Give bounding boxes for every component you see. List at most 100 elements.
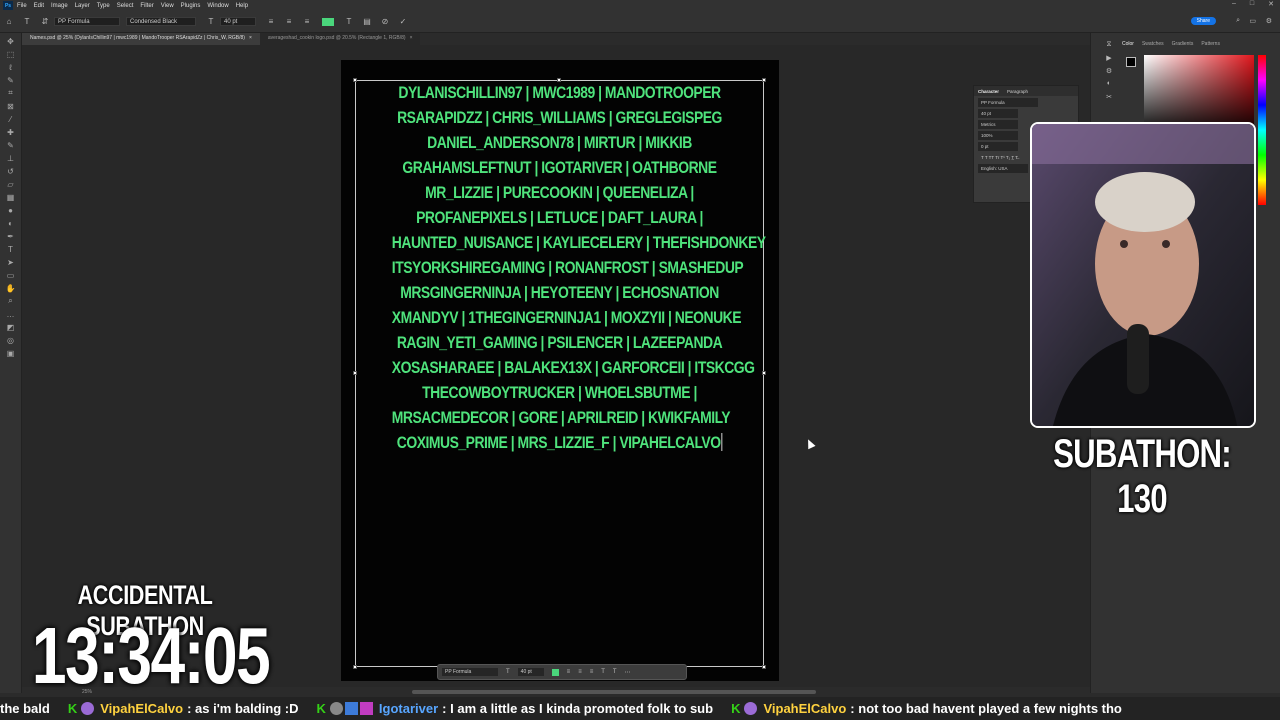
frame-tool-icon[interactable]: ⊠: [6, 101, 16, 111]
tab-paragraph[interactable]: Paragraph: [1007, 89, 1028, 94]
warp-text-icon[interactable]: T: [344, 17, 354, 27]
brush-tool-icon[interactable]: ✎: [6, 140, 16, 150]
home-icon[interactable]: ⌂: [4, 17, 14, 27]
orientation-icon[interactable]: ⇵: [40, 17, 50, 27]
menu-image[interactable]: Image: [51, 3, 68, 9]
history-icon[interactable]: ⧖: [1102, 41, 1116, 54]
char-baseline-field[interactable]: 0 pt: [978, 142, 1018, 151]
menu-edit[interactable]: Edit: [34, 3, 44, 9]
horizontal-scrollbar[interactable]: [412, 690, 816, 694]
badge-icon: [359, 702, 373, 715]
healing-brush-icon[interactable]: ✚: [6, 127, 16, 137]
char-language-select[interactable]: English: USA: [978, 164, 1028, 173]
close-icon[interactable]: ×: [249, 35, 252, 41]
minimize-icon[interactable]: –: [1232, 0, 1236, 8]
ctx-font-select[interactable]: PP Formula: [442, 668, 498, 676]
align-center-icon[interactable]: ≡: [578, 669, 582, 675]
search-icon[interactable]: ⌕: [1236, 17, 1240, 25]
tools-preset-icon[interactable]: ✂: [1102, 93, 1116, 106]
menu-layer[interactable]: Layer: [75, 3, 90, 9]
transform-handle[interactable]: [762, 371, 766, 375]
tab-patterns[interactable]: Patterns: [1201, 41, 1220, 47]
settings-icon[interactable]: ⚙: [1266, 17, 1272, 25]
warp-text-icon[interactable]: T: [613, 669, 617, 675]
cancel-icon[interactable]: ⊘: [380, 17, 390, 27]
share-button[interactable]: Share: [1190, 17, 1216, 25]
close-icon[interactable]: ×: [410, 35, 413, 41]
transform-handle[interactable]: [353, 78, 357, 82]
hand-tool-icon[interactable]: ✋: [6, 283, 16, 293]
type-options-icon[interactable]: T: [601, 669, 605, 675]
tab-names-psd[interactable]: Names.psd @ 25% (DylanIsChillin97 | mwc1…: [22, 33, 260, 45]
align-center-icon[interactable]: ≡: [284, 17, 294, 27]
canvas-text-layer[interactable]: DYLANISCHILLIN97 | MWC1989 | MANDOTROOPE…: [392, 80, 766, 455]
type-tool-icon[interactable]: T: [22, 17, 32, 27]
close-icon[interactable]: ✕: [1268, 0, 1274, 8]
align-right-icon[interactable]: ≡: [302, 17, 312, 27]
more-tools-icon[interactable]: …: [6, 309, 16, 319]
ctx-color-swatch[interactable]: [551, 668, 559, 676]
menu-select[interactable]: Select: [117, 3, 134, 9]
tab-swatches[interactable]: Swatches: [1142, 41, 1164, 47]
char-style-buttons[interactable]: T T TT Tr T¹ T₁ T̲ T̶: [978, 153, 1038, 162]
quick-mask-icon[interactable]: ◎: [6, 335, 16, 345]
dodge-tool-icon[interactable]: ◐: [6, 218, 16, 228]
adjustments-icon[interactable]: ◐: [1102, 80, 1116, 93]
color-swatches-icon[interactable]: ◩: [6, 322, 16, 332]
text-color-swatch[interactable]: [322, 17, 334, 26]
screen-mode-icon[interactable]: ▣: [6, 348, 16, 358]
history-brush-icon[interactable]: ↺: [6, 166, 16, 176]
char-font-select[interactable]: PP Formula: [978, 98, 1038, 107]
transform-handle[interactable]: [762, 665, 766, 669]
workspace-icon[interactable]: ▭: [1249, 17, 1256, 25]
char-size-field[interactable]: 40 pt: [978, 109, 1018, 118]
align-left-icon[interactable]: ≡: [567, 669, 571, 675]
transform-handle[interactable]: [762, 78, 766, 82]
font-style-select[interactable]: Condensed Black: [126, 17, 196, 26]
play-icon[interactable]: ▶: [1102, 54, 1116, 67]
clone-stamp-icon[interactable]: ⊥: [6, 153, 16, 163]
zoom-tool-icon[interactable]: ⌕: [6, 296, 16, 306]
ctx-size-select[interactable]: 40 pt: [517, 668, 544, 676]
tab-logo-psd[interactable]: averageshad_cookin logo.psd @ 20.5% (Rec…: [259, 33, 421, 45]
maximize-icon[interactable]: □: [1250, 0, 1254, 8]
crop-tool-icon[interactable]: ⌗: [6, 88, 16, 98]
subathon-timer: 13:34:05: [31, 611, 271, 700]
align-right-icon[interactable]: ≡: [590, 669, 594, 675]
pen-tool-icon[interactable]: ✒: [6, 231, 16, 241]
align-left-icon[interactable]: ≡: [266, 17, 276, 27]
hue-slider[interactable]: [1258, 55, 1266, 205]
font-family-select[interactable]: PP Formula: [54, 17, 120, 26]
transform-handle[interactable]: [353, 665, 357, 669]
eyedropper-icon[interactable]: ⁄: [6, 114, 16, 124]
eraser-icon[interactable]: ▱: [6, 179, 16, 189]
more-options-icon[interactable]: ⋯: [625, 669, 631, 676]
char-scale-field[interactable]: 100%: [978, 131, 1018, 140]
shape-tool-icon[interactable]: ▭: [6, 270, 16, 280]
move-tool-icon[interactable]: ✥: [6, 36, 16, 46]
tab-gradients[interactable]: Gradients: [1172, 41, 1194, 47]
menu-type[interactable]: Type: [97, 3, 110, 9]
blur-tool-icon[interactable]: ●: [6, 205, 16, 215]
menu-file[interactable]: File: [17, 3, 27, 9]
menu-window[interactable]: Window: [207, 3, 228, 9]
char-kerning-field[interactable]: Metrics: [978, 120, 1018, 129]
lasso-tool-icon[interactable]: ℓ: [6, 62, 16, 72]
font-size-select[interactable]: 40 pt: [220, 17, 256, 26]
menu-view[interactable]: View: [161, 3, 174, 9]
tab-color[interactable]: Color: [1122, 41, 1134, 47]
menu-plugins[interactable]: Plugins: [181, 3, 201, 9]
tab-character[interactable]: Character: [978, 89, 999, 94]
menu-filter[interactable]: Filter: [140, 3, 153, 9]
transform-handle[interactable]: [353, 371, 357, 375]
menu-help[interactable]: Help: [236, 3, 248, 9]
properties-icon[interactable]: ⚙: [1102, 67, 1116, 80]
path-select-icon[interactable]: ➤: [6, 257, 16, 267]
foreground-color-swatch[interactable]: [1126, 57, 1136, 67]
type-tool-icon-side[interactable]: T: [6, 244, 16, 254]
character-panel-icon[interactable]: ▤: [362, 17, 372, 27]
quick-select-icon[interactable]: ✎: [6, 75, 16, 85]
commit-icon[interactable]: ✓: [398, 17, 408, 27]
marquee-tool-icon[interactable]: ⬚: [6, 49, 16, 59]
gradient-tool-icon[interactable]: ▦: [6, 192, 16, 202]
